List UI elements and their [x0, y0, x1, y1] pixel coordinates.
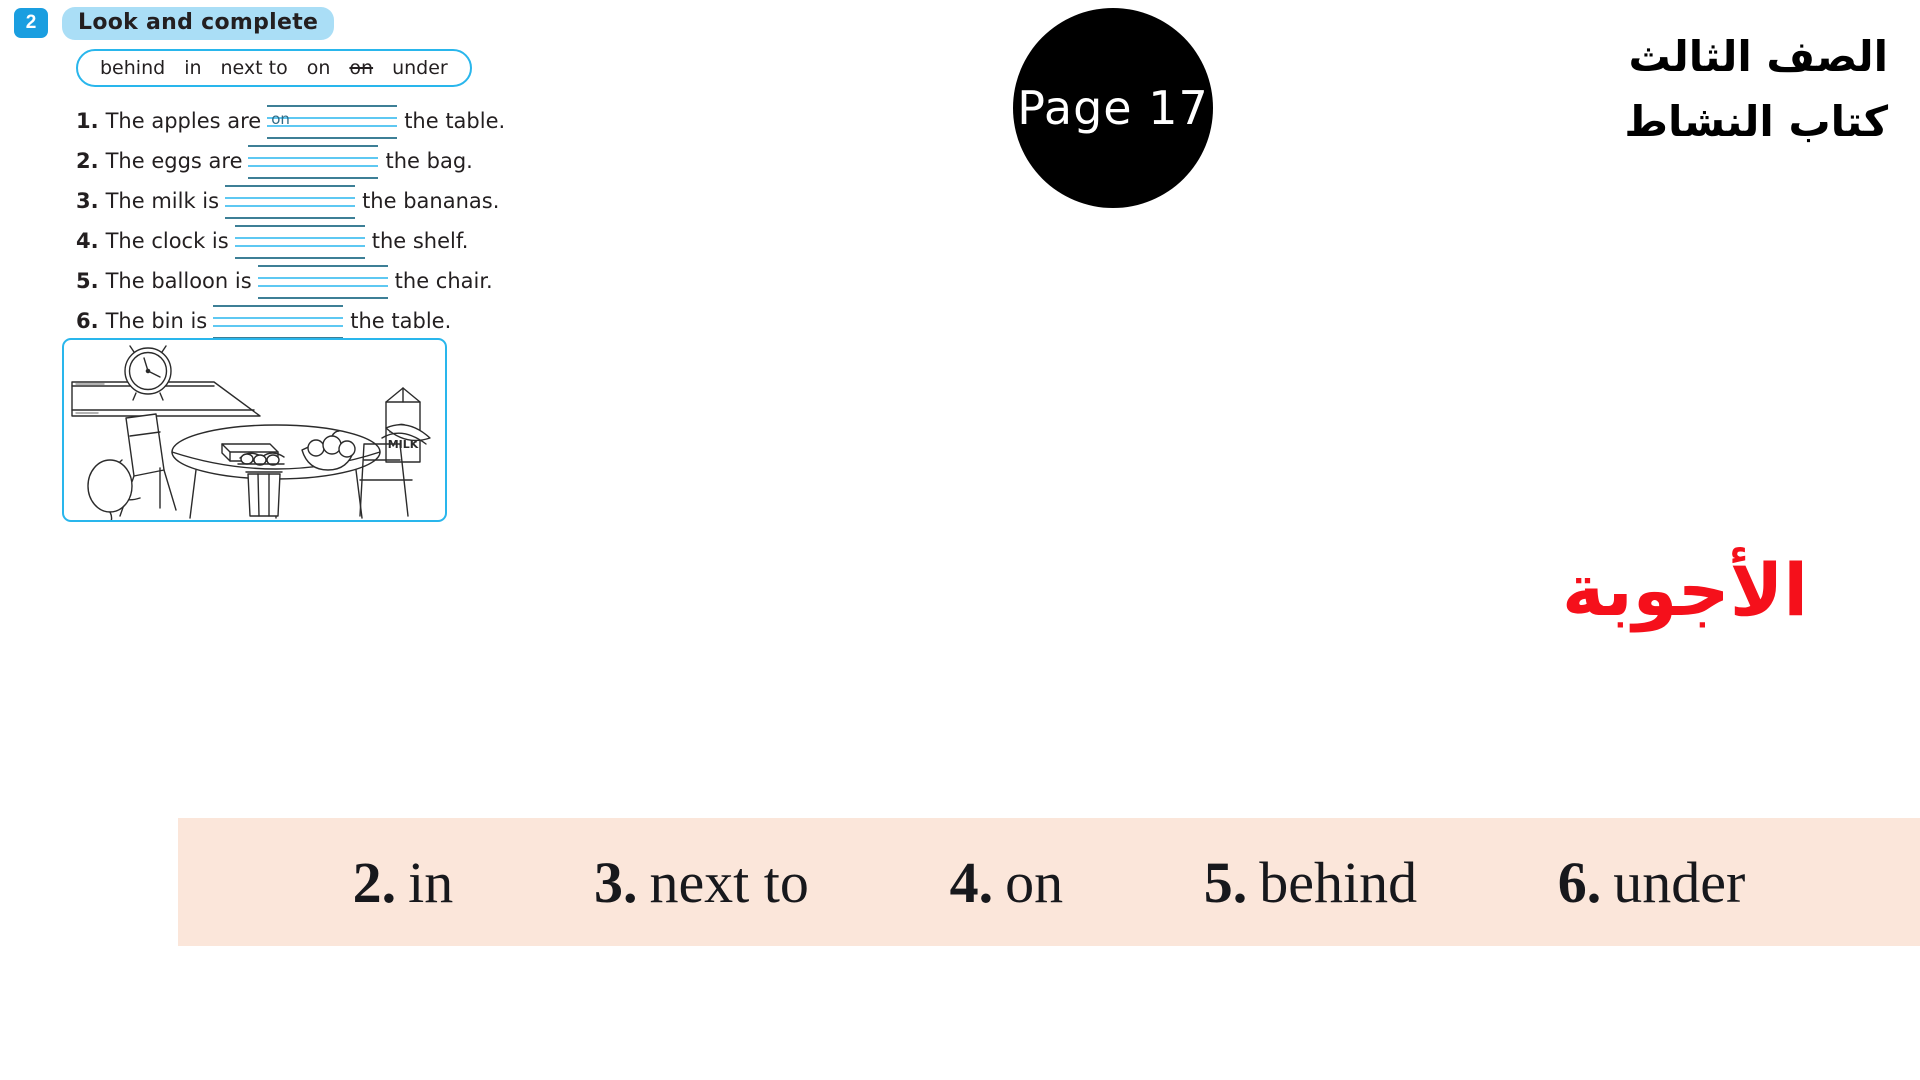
sentence-row: 2. The eggs are the bag. — [76, 141, 604, 181]
exercise-title: Look and complete — [62, 6, 335, 40]
sentence-index: 1. — [76, 109, 99, 133]
answer-key-item: 3. next to — [594, 849, 809, 916]
sentence-suffix: the table. — [350, 309, 452, 333]
answer-blank[interactable] — [248, 141, 379, 181]
answer-key-item: 5. behind — [1204, 849, 1417, 916]
answer-blank[interactable] — [234, 221, 365, 261]
answer-blank-text: on — [271, 110, 290, 128]
answer-key-number: 4. — [949, 849, 994, 915]
sentence-row: 4. The clock is the shelf. — [76, 221, 604, 261]
answer-key-word: next to — [649, 849, 809, 915]
sentence-index: 2. — [76, 149, 99, 173]
answer-key-number: 6. — [1557, 849, 1602, 915]
grade-label: الصف الثالث — [1628, 32, 1888, 81]
answer-key-strip: 2. in 3. next to 4. on 5. behind 6. under — [178, 818, 1920, 946]
answer-key-item: 6. under — [1558, 849, 1746, 916]
answer-key-item: 4. on — [950, 849, 1064, 916]
answer-key-number: 3. — [593, 849, 638, 915]
answer-key-word: behind — [1259, 849, 1418, 915]
answer-key-word: in — [408, 849, 454, 915]
word-bank-item[interactable]: on — [349, 57, 373, 79]
answer-blank[interactable] — [213, 301, 344, 341]
sentence-suffix: the table. — [404, 109, 506, 133]
answer-blank[interactable] — [225, 181, 356, 221]
word-bank-item[interactable]: in — [184, 57, 201, 79]
answer-key-item: 2. in — [353, 849, 454, 916]
exercise-block: 2 Look and complete behind in next to on on u… — [14, 6, 604, 341]
sentence-index: 3. — [76, 189, 99, 213]
sentence-index: 6. — [76, 309, 99, 333]
sentence-suffix: the bag. — [385, 149, 473, 173]
answer-key-word: on — [1005, 849, 1064, 915]
worksheet-page: 2 Look and complete behind in next to on on u… — [0, 0, 1920, 1080]
answer-blank[interactable]: on — [267, 101, 398, 141]
answer-key-word: under — [1613, 849, 1746, 915]
answer-key-number: 2. — [352, 849, 397, 915]
exercise-header: 2 Look and complete — [14, 6, 604, 40]
sentence-prefix: The clock is — [105, 229, 229, 253]
sentence-prefix: The milk is — [105, 189, 220, 213]
answer-key-number: 5. — [1203, 849, 1248, 915]
sentence-list: 1. The apples are on the table. 2. The eggs a… — [76, 101, 604, 341]
sentence-row: 5. The balloon is the chair. — [76, 261, 604, 301]
sentence-prefix: The eggs are — [105, 149, 243, 173]
sentence-suffix: the shelf. — [371, 229, 469, 253]
sentence-index: 4. — [76, 229, 99, 253]
sentence-row: 3. The milk is the bananas. — [76, 181, 604, 221]
illustration-frame: MILK — [62, 338, 447, 522]
answer-blank[interactable] — [257, 261, 388, 301]
page-number-label: Page 17 — [1017, 81, 1209, 135]
answers-heading: الأجوبة — [1561, 548, 1808, 632]
word-bank-item[interactable]: next to — [221, 57, 288, 79]
sentence-prefix: The balloon is — [105, 269, 252, 293]
sentence-index: 5. — [76, 269, 99, 293]
exercise-number-badge: 2 — [14, 8, 48, 38]
word-bank-item[interactable]: under — [392, 57, 448, 79]
kitchen-scene-illustration: MILK — [71, 345, 431, 520]
page-number-badge: Page 17 — [1013, 8, 1213, 208]
arabic-heading-block: الصف الثالث كتاب النشاط — [1408, 24, 1888, 154]
book-label: كتاب النشاط — [1624, 97, 1888, 147]
sentence-row: 1. The apples are on the table. — [76, 101, 604, 141]
word-bank: behind in next to on on under — [76, 49, 472, 87]
word-bank-item[interactable]: on — [307, 57, 331, 79]
sentence-suffix: the chair. — [394, 269, 493, 293]
sentence-suffix: the bananas. — [362, 189, 500, 213]
sentence-prefix: The bin is — [105, 309, 208, 333]
word-bank-item[interactable]: behind — [100, 57, 165, 79]
sentence-row: 6. The bin is the table. — [76, 301, 604, 341]
sentence-prefix: The apples are — [105, 109, 262, 133]
